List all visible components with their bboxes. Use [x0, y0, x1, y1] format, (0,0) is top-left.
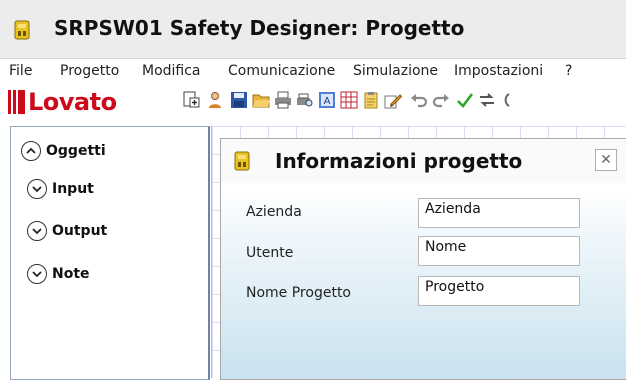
utente-value: Nome [425, 239, 467, 255]
lovato-logo-text: Lovato [28, 88, 117, 116]
check-icon[interactable] [456, 91, 474, 109]
text-box-icon[interactable]: A [318, 91, 336, 109]
accordion-note[interactable]: Note [27, 264, 90, 284]
accordion-output[interactable]: Output [27, 221, 107, 241]
svg-text:A: A [324, 96, 331, 107]
print-preview-icon[interactable] [296, 91, 314, 109]
menu-comunicazione[interactable]: Comunicazione [228, 63, 335, 79]
toolbar: Lovato A [0, 85, 626, 119]
close-icon: ✕ [600, 152, 612, 168]
chevron-down-icon[interactable] [27, 221, 47, 241]
utente-input[interactable]: Nome [418, 236, 580, 266]
app-icon [14, 20, 30, 40]
azienda-input[interactable]: Azienda [418, 198, 580, 228]
azienda-value: Azienda [425, 201, 481, 217]
app-icon [234, 151, 250, 171]
print-icon[interactable] [274, 91, 292, 109]
grid-icon[interactable] [340, 91, 358, 109]
lovato-logo-mark [8, 90, 26, 114]
undo-icon[interactable] [410, 91, 428, 109]
menu-help[interactable]: ? [565, 63, 572, 79]
chevron-down-icon[interactable] [27, 264, 47, 284]
menu-progetto[interactable]: Progetto [60, 63, 119, 79]
window-title: SRPSW01 Safety Designer: Progetto [54, 16, 465, 40]
accordion-input-label: Input [52, 181, 94, 197]
title-bar: SRPSW01 Safety Designer: Progetto [0, 0, 626, 59]
refresh-icon[interactable] [500, 91, 510, 109]
menu-bar: File Progetto Modifica Comunicazione Sim… [0, 59, 626, 85]
transfer-icon[interactable] [478, 91, 496, 109]
accordion-output-label: Output [52, 223, 108, 239]
nome-progetto-input[interactable]: Progetto [418, 276, 580, 306]
menu-modifica[interactable]: Modifica [142, 63, 201, 79]
accordion-note-label: Note [52, 266, 90, 282]
project-info-dialog: Informazioni progetto ✕ Azienda Azienda … [220, 138, 626, 380]
close-button[interactable]: ✕ [595, 149, 617, 171]
chevron-down-icon[interactable] [27, 179, 47, 199]
new-page-icon[interactable] [182, 91, 200, 109]
objects-panel: Oggetti Input Output Note [10, 126, 210, 380]
accordion-input[interactable]: Input [27, 179, 94, 199]
accordion-oggetti[interactable]: Oggetti [21, 141, 106, 161]
lovato-logo: Lovato [8, 88, 140, 116]
menu-file[interactable]: File [9, 63, 32, 79]
dialog-title: Informazioni progetto [275, 149, 523, 173]
user-icon[interactable] [206, 91, 224, 109]
open-folder-icon[interactable] [252, 91, 270, 109]
menu-impostazioni[interactable]: Impostazioni [454, 63, 543, 79]
dialog-header: Informazioni progetto ✕ [221, 139, 626, 183]
utente-label: Utente [246, 245, 294, 261]
chevron-up-icon[interactable] [21, 141, 41, 161]
menu-simulazione[interactable]: Simulazione [353, 63, 438, 79]
save-icon[interactable] [230, 91, 248, 109]
edit-icon[interactable] [384, 91, 402, 109]
nome-progetto-label: Nome Progetto [246, 285, 351, 301]
nome-progetto-value: Progetto [425, 279, 485, 295]
redo-icon[interactable] [432, 91, 450, 109]
accordion-oggetti-label: Oggetti [46, 143, 106, 159]
azienda-label: Azienda [246, 204, 302, 220]
clipboard-icon[interactable] [362, 91, 380, 109]
